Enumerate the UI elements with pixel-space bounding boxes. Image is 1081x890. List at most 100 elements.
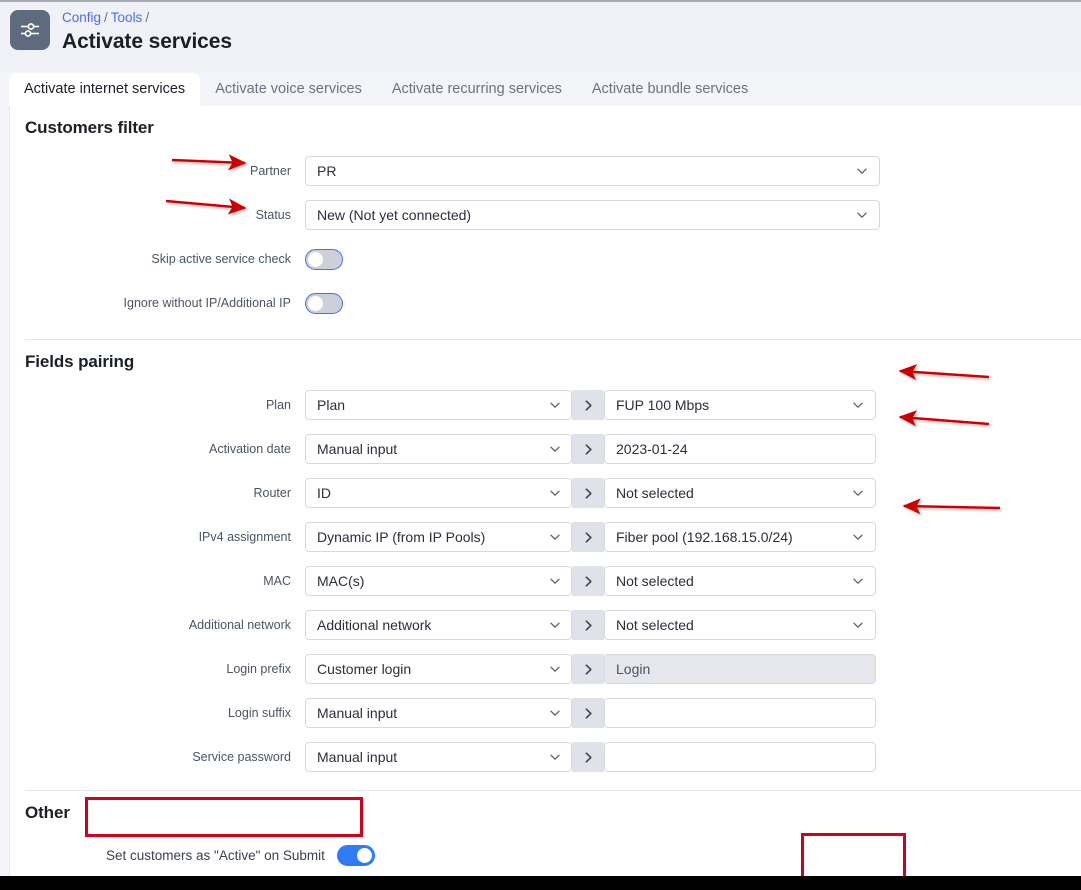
chevron-down-icon (855, 164, 869, 178)
ipv4-assignment-target-field[interactable]: Fiber pool (192.168.15.0/24) (604, 522, 876, 552)
plan-source-select[interactable]: Plan (305, 390, 572, 420)
tab-bar: Activate internet services Activate voic… (0, 72, 1081, 107)
additional-network-source-select[interactable]: Additional network (305, 610, 572, 640)
login-prefix-target-field: Login (604, 654, 876, 684)
breadcrumb: Config / Tools / (62, 9, 232, 26)
window-bottom-bar (0, 876, 1081, 890)
router-target-field[interactable]: Not selected (604, 478, 876, 508)
chevron-down-icon (851, 530, 865, 544)
partner-label: Partner (250, 164, 291, 178)
additional-network-label: Additional network (188, 618, 291, 632)
ipv4-assignment-target-value: Fiber pool (192.168.15.0/24) (616, 529, 793, 545)
ipv4-assignment-pair-connector-chevron-right-icon[interactable] (572, 522, 604, 552)
chevron-down-icon (851, 618, 865, 632)
mac-target-value: Not selected (616, 573, 694, 589)
login-suffix-source-select[interactable]: Manual input (305, 698, 572, 728)
tab-activate-recurring-services[interactable]: Activate recurring services (377, 73, 577, 107)
activate-internet-services-panel: Customers filter Partner PR Status New (… (9, 106, 1081, 880)
service-password-pair-connector-chevron-right-icon[interactable] (572, 742, 604, 772)
set-active-on-submit-label: Set customers as "Active" on Submit (106, 847, 325, 863)
router-pair-row: Router ID Not selected (10, 471, 1081, 515)
activation-date-label: Activation date (209, 442, 291, 456)
activation-date-pair-connector-chevron-right-icon[interactable] (572, 434, 604, 464)
service-password-target-field[interactable] (604, 742, 876, 772)
set-active-on-submit-row: Set customers as "Active" on Submit (10, 835, 1081, 875)
skip-active-service-check-toggle[interactable] (305, 248, 343, 270)
login-suffix-pair-connector-chevron-right-icon[interactable] (572, 698, 604, 728)
chevron-down-icon (851, 574, 865, 588)
additional-network-target-field[interactable]: Not selected (604, 610, 876, 640)
plan-target-value: FUP 100 Mbps (616, 397, 710, 413)
toggle-knob (308, 295, 323, 311)
mac-source-value: MAC(s) (317, 573, 365, 589)
login-suffix-pair-row: Login suffix Manual input (10, 691, 1081, 735)
sliders-icon (10, 10, 50, 50)
customers-filter-heading: Customers filter (25, 118, 154, 137)
mac-source-select[interactable]: MAC(s) (305, 566, 572, 596)
chevron-down-icon (548, 574, 562, 588)
mac-target-field[interactable]: Not selected (604, 566, 876, 596)
router-target-value: Not selected (616, 485, 694, 501)
mac-pair-connector-chevron-right-icon[interactable] (572, 566, 604, 596)
login-prefix-label: Login prefix (226, 662, 291, 676)
tab-activate-bundle-services[interactable]: Activate bundle services (577, 73, 763, 107)
ignore-without-ip-toggle[interactable] (305, 292, 343, 314)
router-pair-connector-chevron-right-icon[interactable] (572, 478, 604, 508)
service-password-label: Service password (192, 750, 291, 764)
service-password-pair-row: Service password Manual input (10, 735, 1081, 779)
status-value: New (Not yet connected) (317, 207, 472, 223)
other-heading: Other (25, 803, 70, 822)
chevron-down-icon (548, 398, 562, 412)
activation-date-target-field[interactable]: 2023-01-24 (604, 434, 876, 464)
service-password-source-value: Manual input (317, 749, 398, 765)
skip-active-service-check-row: Skip active service check (10, 237, 1081, 281)
activation-date-pair-row: Activation date Manual input 2023-01-24 (10, 427, 1081, 471)
chevron-down-icon (548, 750, 562, 764)
plan-pair-connector-chevron-right-icon[interactable] (572, 390, 604, 420)
breadcrumb-item-config[interactable]: Config (62, 10, 101, 25)
login-suffix-target-field[interactable] (604, 698, 876, 728)
toggle-knob (308, 251, 323, 267)
chevron-down-icon (855, 208, 869, 222)
chevron-down-icon (548, 662, 562, 676)
plan-label: Plan (265, 398, 291, 412)
page-header: Config / Tools / Activate services (0, 0, 1081, 72)
set-active-on-submit-toggle[interactable] (336, 844, 375, 866)
chevron-down-icon (548, 706, 562, 720)
login-prefix-target-value: Login (616, 661, 651, 677)
tab-activate-internet-services[interactable]: Activate internet services (9, 73, 201, 107)
chevron-down-icon (548, 618, 562, 632)
status-select[interactable]: New (Not yet connected) (305, 200, 880, 230)
left-gutter (0, 72, 9, 876)
login-prefix-pair-row: Login prefix Customer login Login (10, 647, 1081, 691)
partner-select[interactable]: PR (305, 156, 880, 186)
login-prefix-source-select[interactable]: Customer login (305, 654, 572, 684)
router-source-select[interactable]: ID (305, 478, 572, 508)
login-prefix-pair-connector-chevron-right-icon[interactable] (572, 654, 604, 684)
ipv4-assignment-pair-row: IPv4 assignment Dynamic IP (from IP Pools… (10, 515, 1081, 559)
activation-date-source-select[interactable]: Manual input (305, 434, 572, 464)
ipv4-assignment-source-select[interactable]: Dynamic IP (from IP Pools) (305, 522, 572, 552)
plan-target-field[interactable]: FUP 100 Mbps (604, 390, 876, 420)
chevron-down-icon (548, 442, 562, 456)
chevron-down-icon (851, 486, 865, 500)
breadcrumb-item-tools[interactable]: Tools (111, 10, 143, 25)
skip-active-service-check-label: Skip active service check (151, 252, 291, 266)
additional-network-source-value: Additional network (317, 617, 432, 633)
router-label: Router (253, 486, 291, 500)
ipv4-assignment-label: IPv4 assignment (198, 530, 291, 544)
tab-activate-voice-services[interactable]: Activate voice services (200, 73, 377, 107)
login-suffix-label: Login suffix (227, 706, 291, 720)
additional-network-pair-connector-chevron-right-icon[interactable] (572, 610, 604, 640)
activation-date-target-value: 2023-01-24 (616, 441, 688, 457)
mac-label: MAC (263, 574, 291, 588)
ignore-without-ip-label: Ignore without IP/Additional IP (123, 296, 291, 310)
breadcrumb-separator: / (145, 10, 150, 25)
status-label: Status (255, 208, 291, 222)
service-password-source-select[interactable]: Manual input (305, 742, 572, 772)
chevron-down-icon (851, 398, 865, 412)
fields-pairing-rows: Plan Plan FUP 100 Mbps Activation date Manua… (10, 383, 1081, 779)
additional-network-pair-row: Additional network Additional network Not … (10, 603, 1081, 647)
login-prefix-source-value: Customer login (317, 661, 412, 677)
mac-pair-row: MAC MAC(s) Not selected (10, 559, 1081, 603)
